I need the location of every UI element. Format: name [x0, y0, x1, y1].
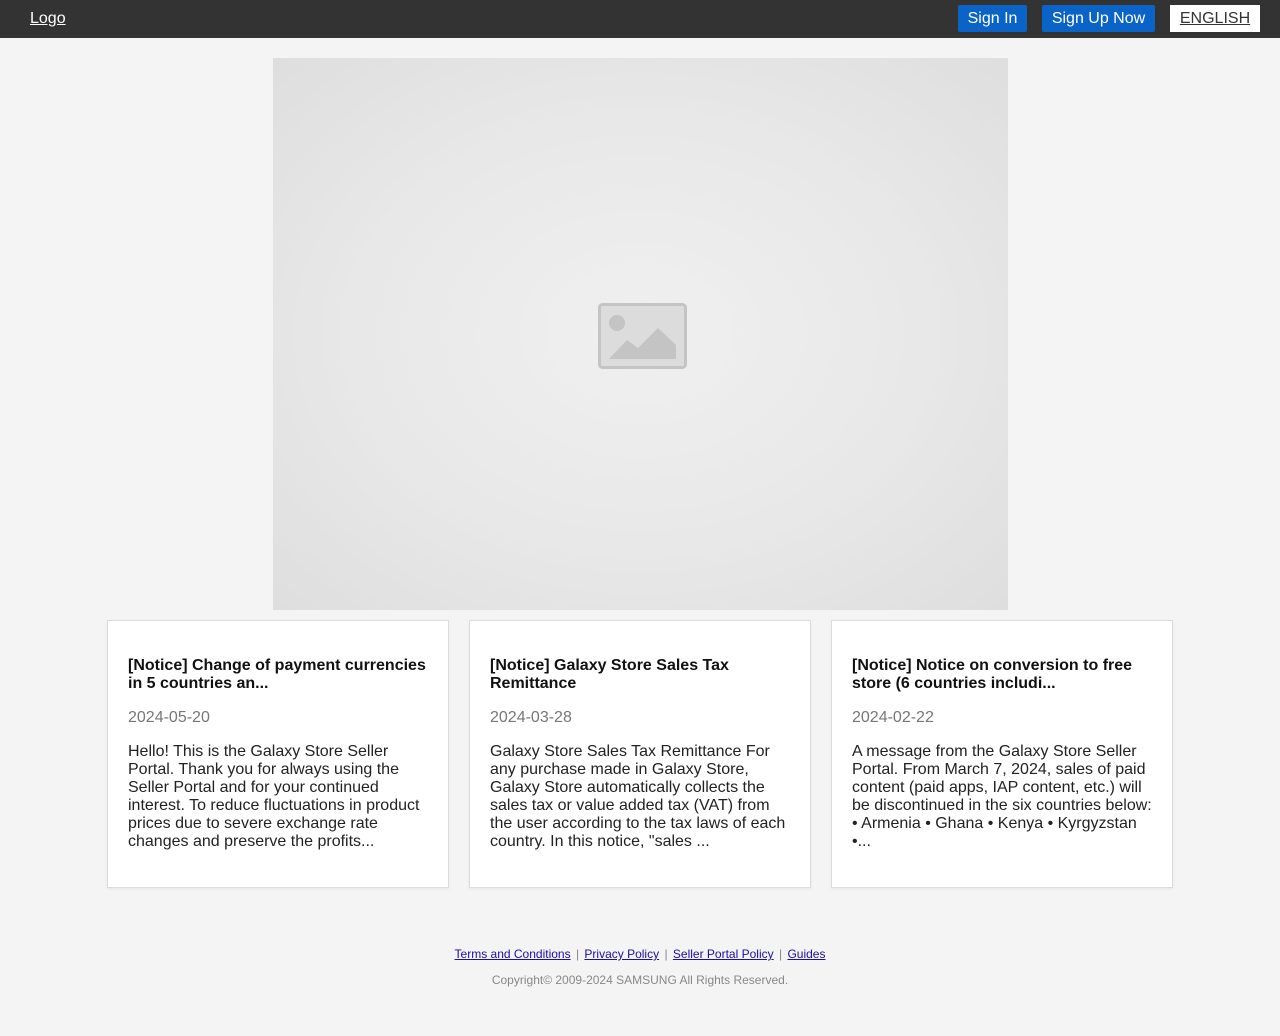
logo-link[interactable]: Logo: [30, 9, 66, 28]
terms-link[interactable]: Terms and Conditions: [455, 947, 571, 961]
notice-card[interactable]: [Notice] Change of payment currencies in…: [107, 620, 449, 888]
footer-separator: |: [664, 947, 668, 961]
footer-separator: |: [575, 947, 580, 961]
notice-title[interactable]: [Notice] Notice on conversion to free st…: [852, 657, 1154, 693]
notice-summary: Galaxy Store Sales Tax Remittance For an…: [490, 743, 786, 850]
guides-link[interactable]: Guides: [787, 947, 825, 961]
notice-title[interactable]: [Notice] Change of payment currencies in…: [128, 657, 430, 693]
privacy-policy-link[interactable]: Privacy Policy: [584, 947, 659, 961]
notice-summary: Hello! This is the Galaxy Store Seller P…: [128, 743, 420, 850]
notice-card[interactable]: [Notice] Galaxy Store Sales Tax Remittan…: [469, 620, 811, 888]
hero-banner: [273, 58, 1008, 610]
footer-links: Terms and Conditions | Privacy Policy | …: [0, 947, 1280, 962]
seller-portal-policy-link[interactable]: Seller Portal Policy: [673, 947, 774, 961]
notice-card[interactable]: [Notice] Notice on conversion to free st…: [831, 620, 1173, 888]
language-selector[interactable]: ENGLISH: [1170, 5, 1260, 32]
notice-title[interactable]: [Notice] Galaxy Store Sales Tax Remittan…: [490, 657, 792, 693]
top-nav-bar: Logo Sign In Sign Up Now ENGLISH: [0, 0, 1280, 38]
notice-date: 2024-05-20: [128, 709, 210, 726]
sign-up-button[interactable]: Sign Up Now: [1042, 5, 1155, 32]
notice-date: 2024-02-22: [852, 709, 934, 726]
image-placeholder-icon: [598, 303, 687, 369]
notice-date: 2024-03-28: [490, 709, 572, 726]
copyright-text: Copyright© 2009-2024 SAMSUNG All Rights …: [491, 973, 789, 987]
sign-in-button[interactable]: Sign In: [958, 5, 1027, 32]
notice-summary: A message from the Galaxy Store Seller P…: [852, 743, 1152, 850]
footer-separator: |: [778, 947, 783, 961]
